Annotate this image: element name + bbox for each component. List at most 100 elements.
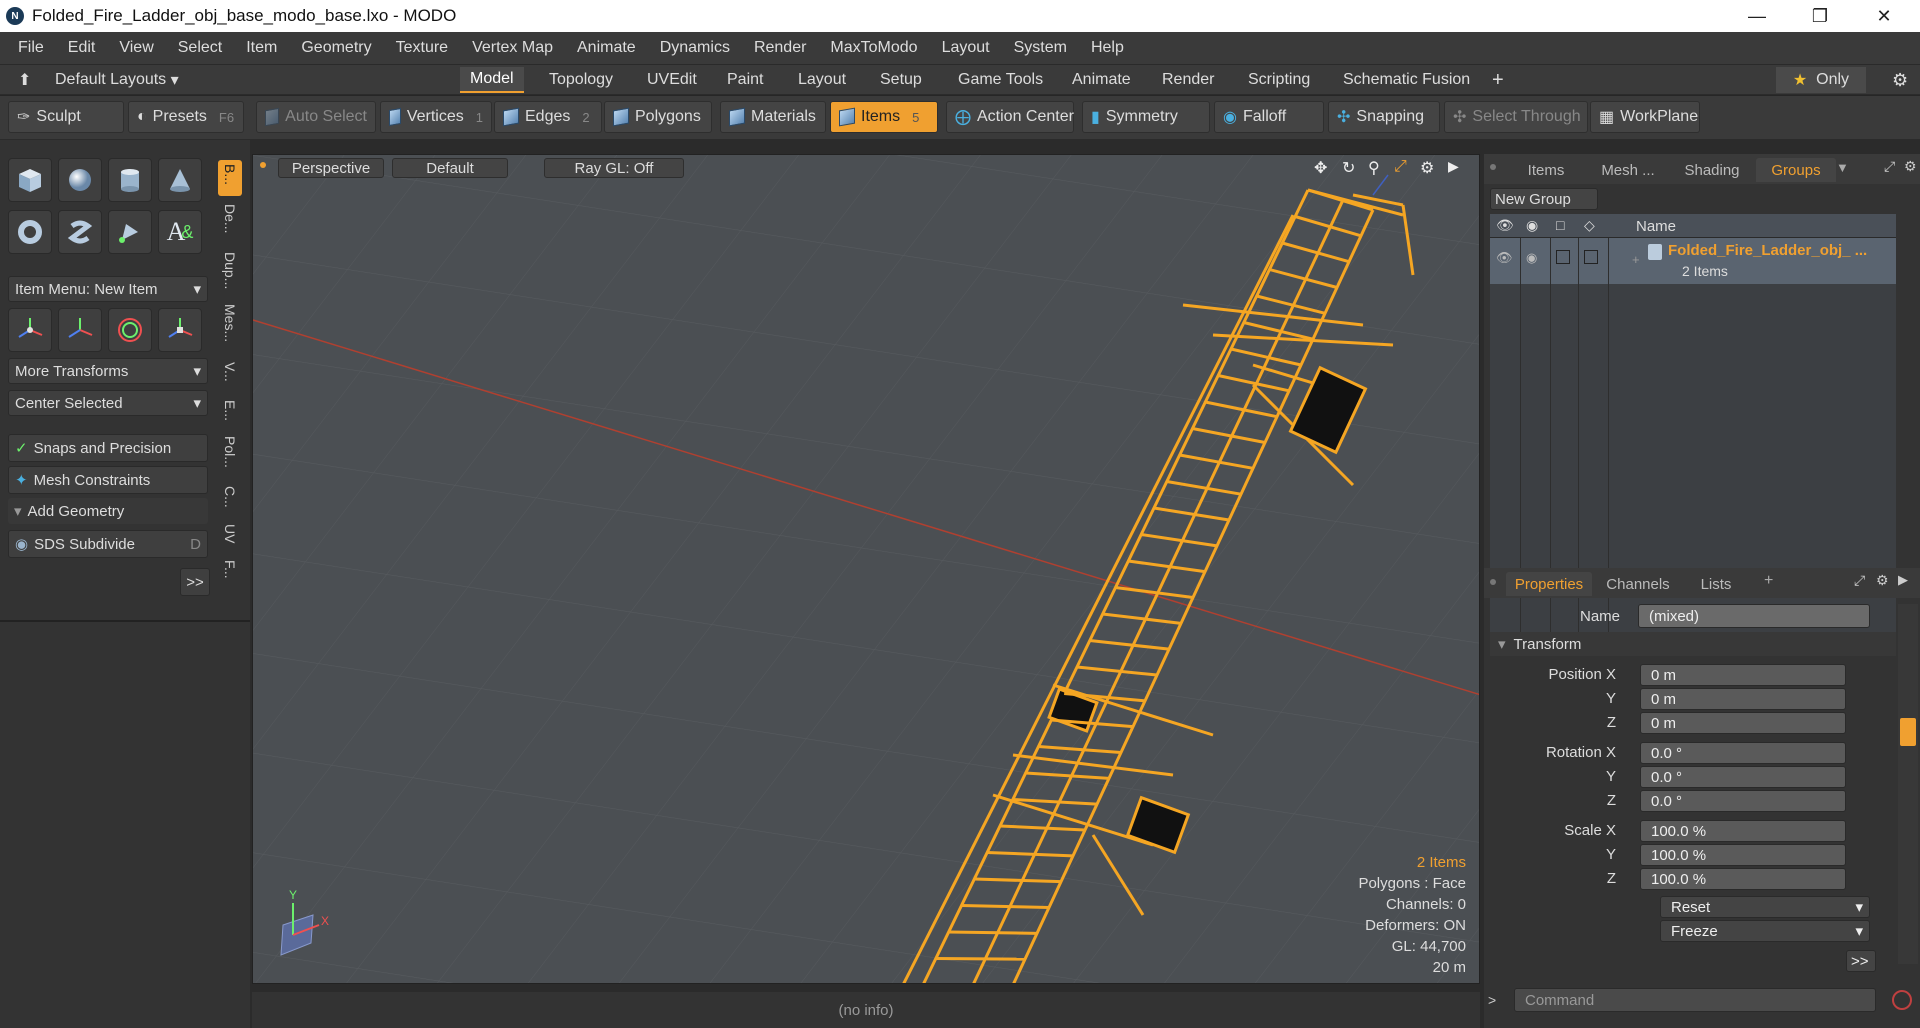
- add-tab-button[interactable]: +: [1764, 572, 1773, 590]
- only-toggle[interactable]: ★ Only: [1776, 67, 1866, 93]
- vtab-duplicate[interactable]: Dup...: [218, 248, 242, 296]
- select-through-button[interactable]: ✣ Select Through: [1444, 101, 1588, 133]
- transform-section[interactable]: ▾ Transform: [1490, 632, 1896, 656]
- materials-button[interactable]: Materials: [720, 101, 826, 133]
- presets-button[interactable]: ◐ Presets F6: [128, 101, 244, 133]
- position-x-field[interactable]: 0 m: [1640, 664, 1846, 686]
- viewport-settings-icon[interactable]: ⚙: [1420, 158, 1434, 178]
- menu-item[interactable]: Item: [234, 39, 289, 57]
- sds-subdivide-button[interactable]: ◉ SDS Subdivide D: [8, 530, 208, 558]
- menu-system[interactable]: System: [1002, 39, 1079, 57]
- pen-tool-icon[interactable]: [108, 210, 152, 254]
- vtab-vertex[interactable]: V...: [218, 358, 242, 390]
- scale-tool-icon[interactable]: [108, 308, 152, 352]
- visibility-eye-icon[interactable]: 👁: [1496, 217, 1514, 234]
- vtab-polygon[interactable]: Pol...: [218, 432, 242, 476]
- view-type-dropdown[interactable]: Perspective: [278, 158, 384, 178]
- menu-vertex-map[interactable]: Vertex Map: [460, 39, 565, 57]
- default-layouts-dropdown[interactable]: Default Layouts ▾: [45, 67, 189, 93]
- auto-select-button[interactable]: Auto Select: [256, 101, 376, 133]
- tab-channels[interactable]: Channels: [1596, 572, 1680, 596]
- scale-y-field[interactable]: 100.0 %: [1640, 844, 1846, 866]
- tab-topology[interactable]: Topology: [539, 67, 623, 93]
- capsule-primitive-icon[interactable]: [58, 210, 102, 254]
- tab-game-tools[interactable]: Game Tools: [948, 67, 1053, 93]
- tab-schematic-fusion[interactable]: Schematic Fusion: [1333, 67, 1480, 93]
- vtab-mesh-edit[interactable]: Mes...: [218, 300, 242, 352]
- menu-dynamics[interactable]: Dynamics: [648, 39, 742, 57]
- cylinder-primitive-icon[interactable]: [108, 158, 152, 202]
- row-select-checkbox[interactable]: [1584, 250, 1598, 264]
- row-eye-icon[interactable]: 👁: [1496, 250, 1513, 266]
- center-selected-dropdown[interactable]: Center Selected ▾: [8, 390, 208, 416]
- expand-button[interactable]: >>: [180, 568, 210, 596]
- position-z-field[interactable]: 0 m: [1640, 712, 1846, 734]
- freeze-dropdown[interactable]: Freeze ▾: [1660, 920, 1870, 942]
- tabs-dropdown-icon[interactable]: ▼: [1836, 160, 1849, 175]
- tab-layout[interactable]: Layout: [788, 67, 856, 93]
- rotation-x-field[interactable]: 0.0 °: [1640, 742, 1846, 764]
- menu-texture[interactable]: Texture: [384, 39, 460, 57]
- layout-menu-icon[interactable]: ⬆: [8, 67, 41, 93]
- tab-animate[interactable]: Animate: [1062, 67, 1141, 93]
- viewport-more-icon[interactable]: ▶: [1448, 158, 1459, 175]
- panel-settings-icon[interactable]: ⚙: [1876, 572, 1889, 589]
- tab-render[interactable]: Render: [1152, 67, 1224, 93]
- edges-button[interactable]: Edges 2: [494, 101, 602, 133]
- tab-mesh[interactable]: Mesh ...: [1588, 158, 1668, 182]
- symmetry-button[interactable]: ▮ Symmetry: [1082, 101, 1210, 133]
- menu-select[interactable]: Select: [166, 39, 234, 57]
- tab-lists[interactable]: Lists: [1684, 572, 1748, 596]
- menu-edit[interactable]: Edit: [56, 39, 108, 57]
- polygons-button[interactable]: Polygons: [604, 101, 712, 133]
- record-icon[interactable]: [1892, 990, 1912, 1010]
- menu-render[interactable]: Render: [742, 39, 818, 57]
- vtab-basic[interactable]: B...: [218, 160, 242, 196]
- rotation-y-field[interactable]: 0.0 °: [1640, 766, 1846, 788]
- side-tab-active[interactable]: [1900, 718, 1916, 746]
- menu-geometry[interactable]: Geometry: [289, 39, 383, 57]
- tab-groups[interactable]: Groups: [1756, 158, 1836, 182]
- rotation-z-field[interactable]: 0.0 °: [1640, 790, 1846, 812]
- items-button[interactable]: Items 5: [830, 101, 938, 133]
- new-group-button[interactable]: New Group: [1490, 188, 1598, 210]
- vtab-fusion[interactable]: F...: [218, 556, 242, 594]
- tab-setup[interactable]: Setup: [870, 67, 932, 93]
- panel-more-icon[interactable]: ▶: [1898, 572, 1908, 588]
- menu-file[interactable]: File: [6, 39, 56, 57]
- orbit-icon[interactable]: ↻: [1342, 158, 1355, 178]
- minimize-button[interactable]: —: [1734, 0, 1780, 32]
- snaps-precision-button[interactable]: ✓ Snaps and Precision: [8, 434, 208, 462]
- mesh-constraints-button[interactable]: ✦ Mesh Constraints: [8, 466, 208, 494]
- move-tool-icon[interactable]: [8, 308, 52, 352]
- tab-paint[interactable]: Paint: [717, 67, 773, 93]
- vtab-deform[interactable]: De...: [218, 200, 242, 244]
- vtab-edge[interactable]: E...: [218, 396, 242, 426]
- menu-layout[interactable]: Layout: [930, 39, 1002, 57]
- sphere-primitive-icon[interactable]: [58, 158, 102, 202]
- add-geometry-section[interactable]: ▾ Add Geometry: [8, 498, 208, 524]
- action-center-button[interactable]: ⨁ Action Center: [946, 101, 1074, 133]
- expand-panel-icon[interactable]: ⤢: [1884, 158, 1895, 175]
- command-input[interactable]: Command: [1514, 988, 1876, 1012]
- position-y-field[interactable]: 0 m: [1640, 688, 1846, 710]
- scale-x-field[interactable]: 100.0 %: [1640, 820, 1846, 842]
- vertices-button[interactable]: Vertices 1: [380, 101, 492, 133]
- more-transforms-dropdown[interactable]: More Transforms ▾: [8, 358, 208, 384]
- raygl-dropdown[interactable]: Ray GL: Off: [544, 158, 684, 178]
- panel-settings-icon[interactable]: ⚙: [1904, 158, 1917, 175]
- shading-dropdown[interactable]: Default: [392, 158, 508, 178]
- name-field[interactable]: (mixed): [1638, 604, 1870, 628]
- tab-uvedit[interactable]: UVEdit: [637, 67, 707, 93]
- menu-view[interactable]: View: [107, 39, 165, 57]
- row-lock-checkbox[interactable]: [1556, 250, 1570, 264]
- workplane-button[interactable]: ▦ WorkPlane: [1590, 101, 1700, 133]
- pan-icon[interactable]: ✥: [1314, 158, 1327, 178]
- vtab-uv[interactable]: UV: [218, 520, 242, 550]
- lock-icon[interactable]: □: [1556, 217, 1564, 233]
- fit-icon[interactable]: ⤢: [1394, 158, 1407, 176]
- menu-maxtomodo[interactable]: MaxToModo: [818, 39, 929, 57]
- scale-z-field[interactable]: 100.0 %: [1640, 868, 1846, 890]
- maximize-button[interactable]: ❐: [1797, 0, 1843, 32]
- menu-animate[interactable]: Animate: [565, 39, 648, 57]
